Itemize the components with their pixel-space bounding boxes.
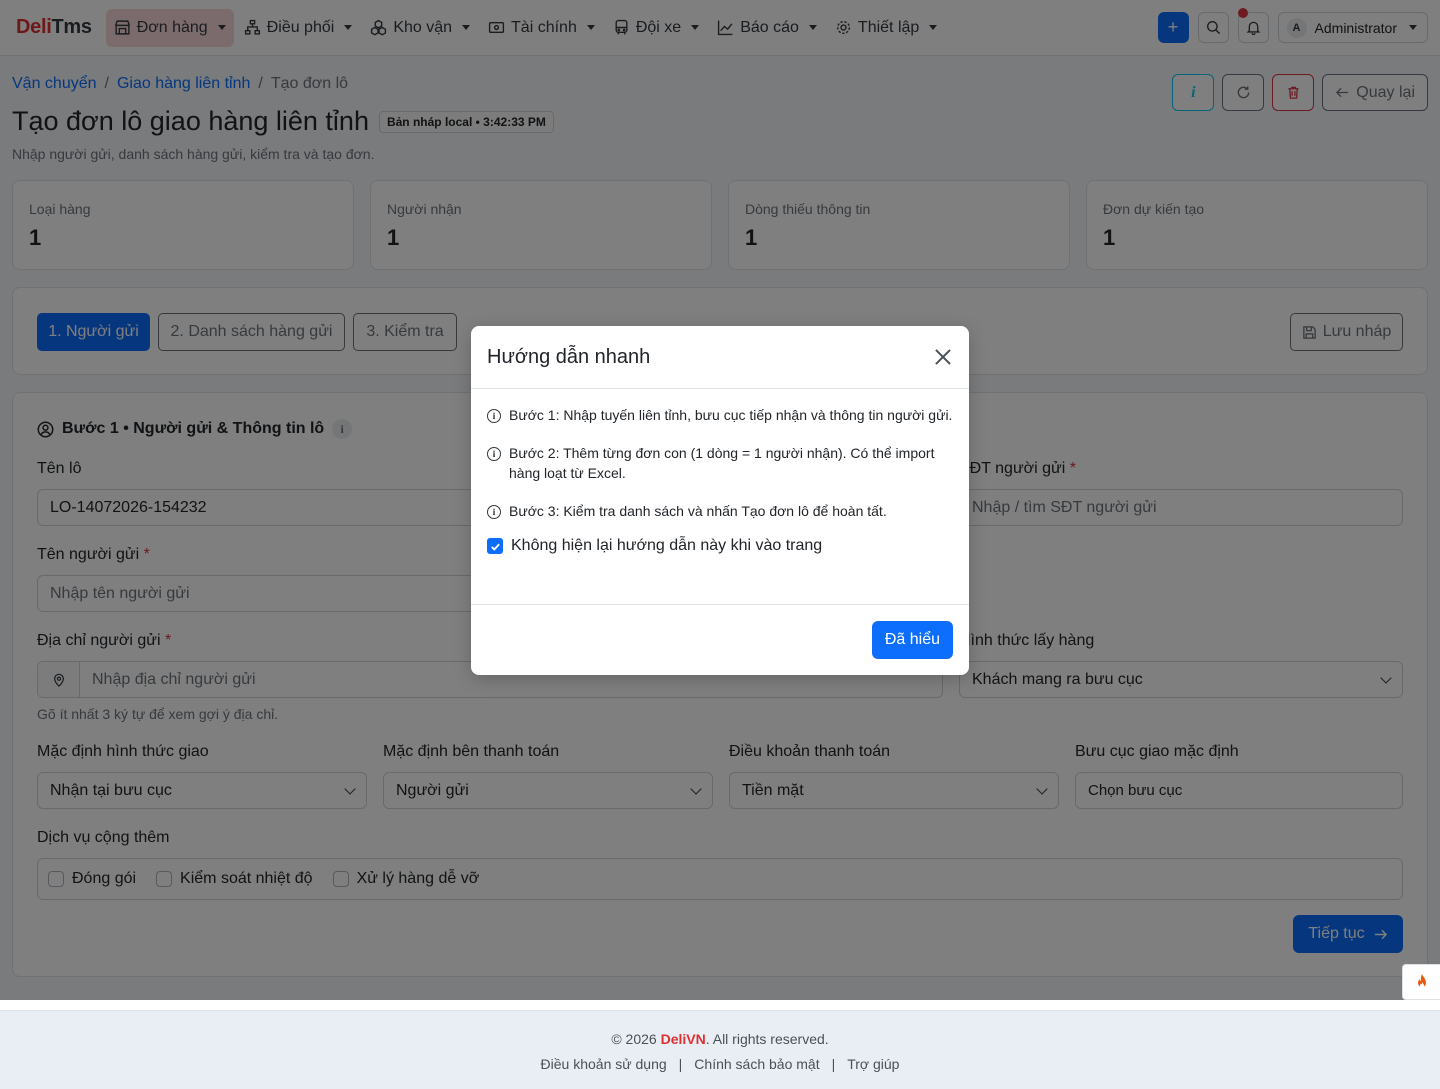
close-icon[interactable]	[933, 347, 953, 367]
info-icon: i	[487, 409, 501, 423]
check-icon	[490, 543, 500, 551]
flame-icon	[1417, 974, 1426, 988]
footer-link-terms[interactable]: Điều khoản sử dụng	[541, 1056, 667, 1072]
guide-tip-1: i Bước 1: Nhập tuyến liên tỉnh, bưu cục t…	[487, 405, 953, 425]
footer-link-privacy[interactable]: Chính sách bảo mật	[694, 1056, 819, 1072]
modal-body: i Bước 1: Nhập tuyến liên tỉnh, bưu cục t…	[471, 389, 969, 555]
info-icon: i	[487, 447, 501, 461]
modal-title: Hướng dẫn nhanh	[487, 345, 651, 368]
footer-link-help[interactable]: Trợ giúp	[847, 1056, 899, 1072]
footer-spacer	[0, 1000, 1440, 1010]
modal-footer: Đã hiểu	[471, 604, 969, 675]
footer: © 2026 DeliVN. All rights reserved. Điều…	[0, 1010, 1440, 1089]
info-icon: i	[487, 505, 501, 519]
understood-button[interactable]: Đã hiểu	[871, 621, 953, 659]
dont-show-again-checkbox[interactable]	[487, 538, 503, 554]
copyright: © 2026 DeliVN. All rights reserved.	[611, 1031, 829, 1047]
modal-header: Hướng dẫn nhanh	[471, 326, 969, 389]
dont-show-again-row[interactable]: Không hiện lại hướng dẫn này khi vào tra…	[487, 537, 953, 555]
guide-tip-3: i Bước 3: Kiểm tra danh sách và nhấn Tạo …	[487, 501, 953, 521]
quick-guide-modal: Hướng dẫn nhanh i Bước 1: Nhập tuyến liên…	[471, 326, 969, 675]
debug-toolbar-button[interactable]	[1402, 964, 1440, 1000]
footer-links: Điều khoản sử dụng | Chính sách bảo mật …	[540, 1056, 900, 1072]
guide-tip-2: i Bước 2: Thêm từng đơn con (1 dòng = 1 n…	[487, 443, 953, 483]
